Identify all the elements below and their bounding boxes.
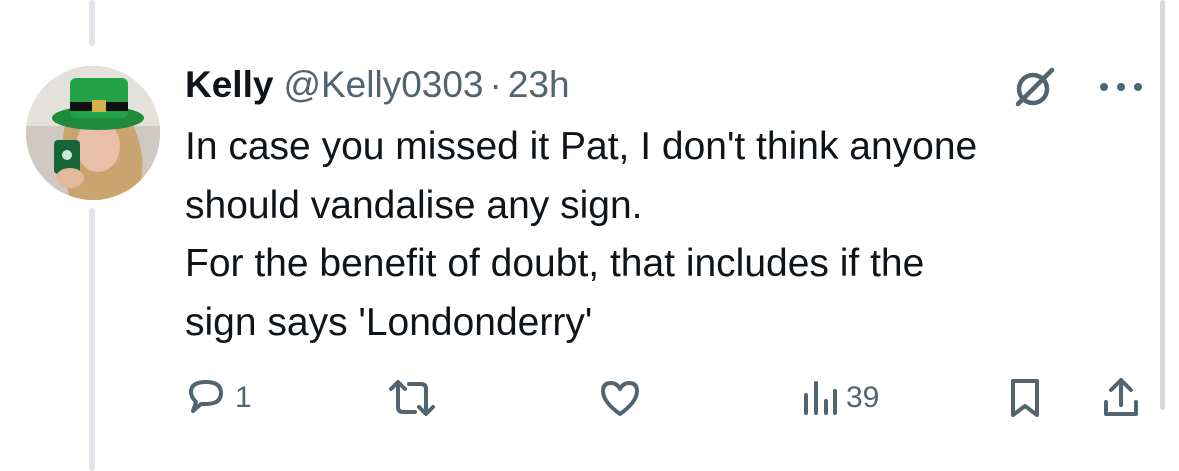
views-button[interactable]: 39: [800, 370, 879, 426]
thread-line-bottom: [89, 208, 95, 471]
author-handle[interactable]: @Kelly0303: [283, 64, 483, 106]
like-button[interactable]: [597, 370, 649, 426]
views-icon: [800, 375, 840, 421]
author-name[interactable]: Kelly: [185, 64, 273, 106]
reply-icon: [183, 375, 229, 421]
post-time[interactable]: 23h: [508, 64, 570, 106]
thread-line-top: [89, 0, 95, 46]
reply-count: 1: [235, 381, 252, 414]
separator-dot: ·: [489, 64, 502, 105]
heart-icon: [597, 375, 643, 421]
action-bar: 1 39: [0, 370, 1179, 426]
repost-icon: [385, 375, 439, 421]
post-text-line: should vandalise any sign.: [185, 183, 643, 227]
post-text-line: In case you missed it Pat, I don't think…: [185, 125, 978, 168]
scrollbar[interactable]: [1160, 0, 1165, 410]
avatar[interactable]: [26, 66, 160, 200]
more-icon[interactable]: [1097, 80, 1145, 99]
share-icon: [1098, 375, 1144, 421]
reply-button[interactable]: 1: [183, 370, 252, 426]
post-header: Kelly @Kelly0303 · 23h: [185, 60, 570, 110]
bookmark-icon: [1005, 375, 1045, 421]
grok-icon[interactable]: [1012, 64, 1058, 115]
share-button[interactable]: [1098, 370, 1144, 426]
repost-button[interactable]: [385, 370, 445, 426]
views-count: 39: [846, 381, 880, 414]
post-text-line: sign says 'Londonderry': [185, 300, 593, 344]
bookmark-button[interactable]: [1005, 370, 1045, 426]
post-text: In case you missed it Pat, I don't think…: [185, 118, 1145, 352]
post-text-line: For the benefit of doubt, that includes …: [185, 242, 925, 285]
